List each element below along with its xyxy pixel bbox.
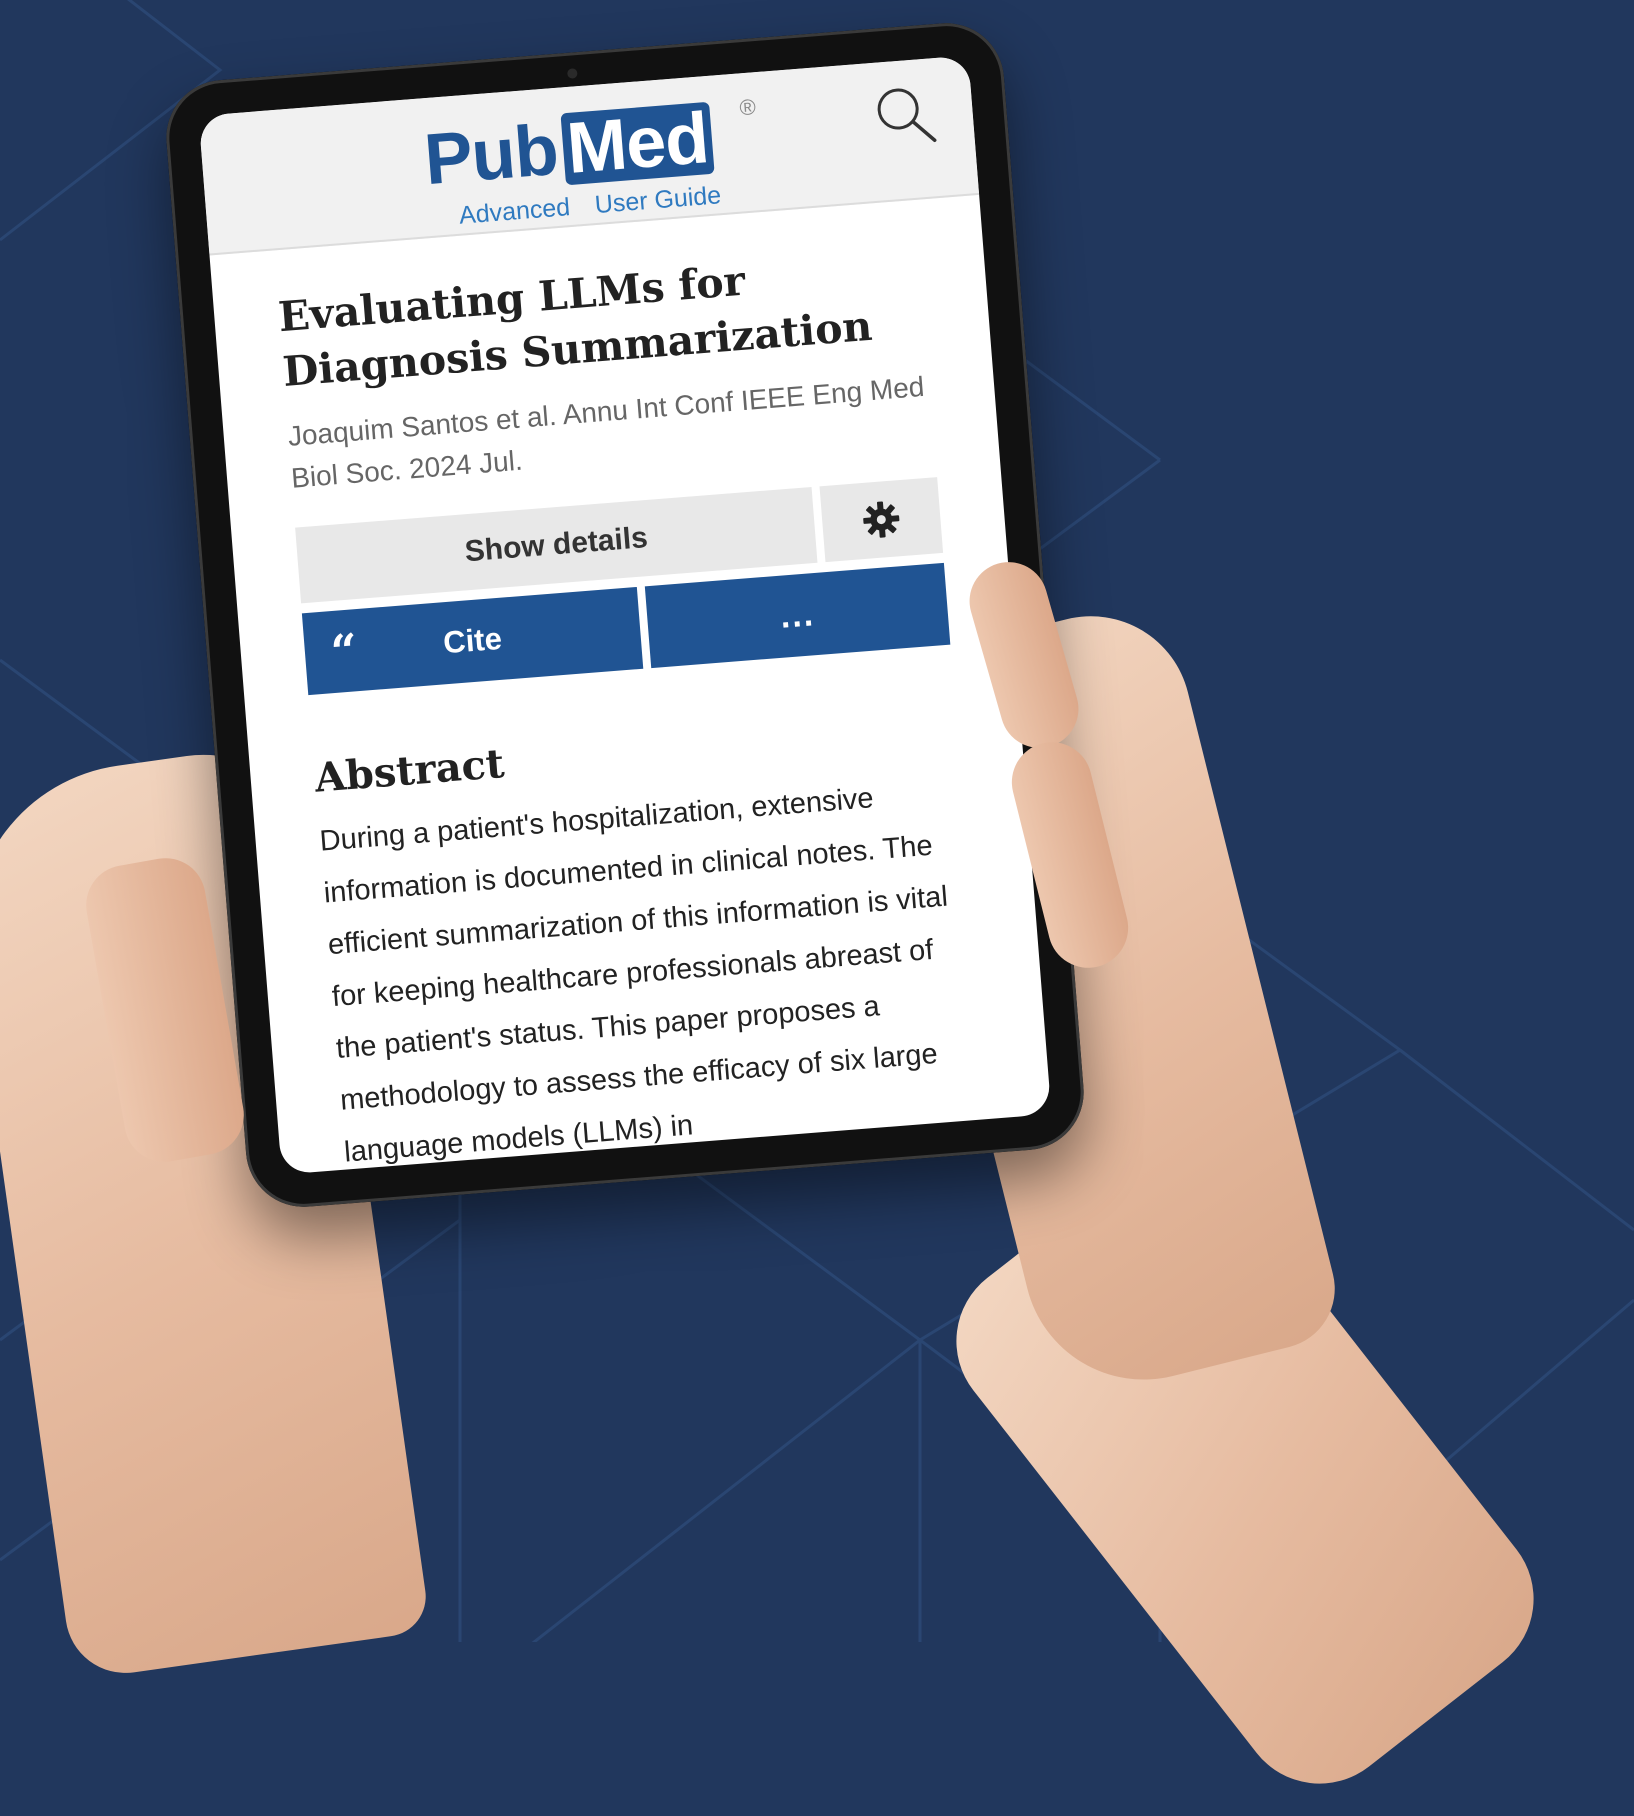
advanced-link[interactable]: Advanced — [458, 193, 571, 230]
settings-button[interactable] — [819, 477, 944, 563]
registered-mark: ® — [738, 94, 757, 121]
user-guide-link[interactable]: User Guide — [594, 181, 722, 219]
search-button[interactable] — [870, 80, 939, 149]
logo-pub: Pub — [421, 110, 561, 201]
search-icon — [877, 88, 937, 142]
camera-dot — [566, 68, 578, 79]
cite-label: Cite — [441, 620, 504, 661]
tablet-device: PubMed ® Advanced User Guide Evaluating … — [161, 18, 1089, 1212]
gear-icon — [863, 501, 900, 538]
abstract-text: During a patient's hospitalization, exte… — [318, 782, 949, 1169]
more-actions-button[interactable]: ... — [644, 562, 951, 669]
article-content: Evaluating LLMs for Diagnosis Summarizat… — [210, 195, 1052, 1175]
logo-med: Med — [560, 98, 715, 189]
logo-wordmark: PubMed — [422, 98, 715, 200]
pubmed-logo[interactable]: PubMed ® Advanced User Guide — [422, 94, 760, 235]
cite-button[interactable]: “ Cite — [301, 586, 644, 696]
quote-icon: “ — [328, 623, 360, 680]
tablet-screen: PubMed ® Advanced User Guide Evaluating … — [198, 55, 1052, 1175]
